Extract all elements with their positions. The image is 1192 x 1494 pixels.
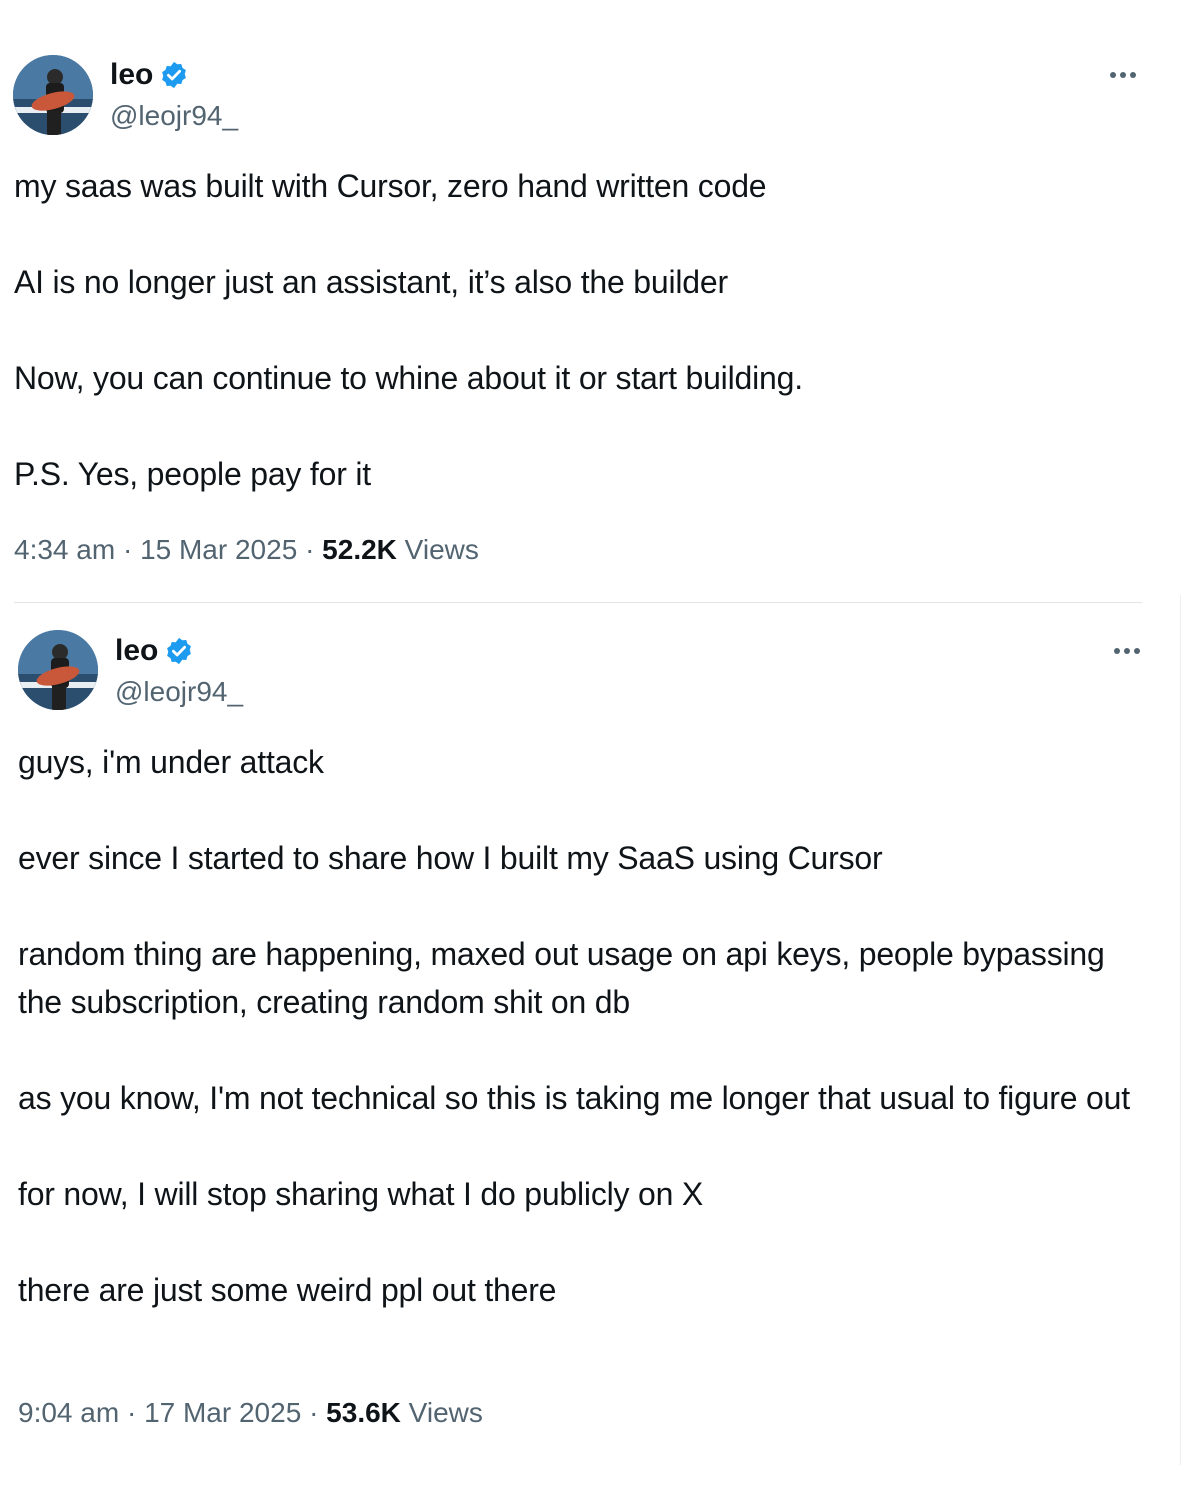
avatar[interactable] [18, 630, 98, 710]
tweet-time[interactable]: 9:04 am [18, 1397, 119, 1428]
tweet-2[interactable]: leo @leojr94_ guys, i'm under attack eve… [0, 604, 1160, 1464]
verified-badge-icon [162, 61, 187, 89]
tweet-date[interactable]: 15 Mar 2025 [140, 534, 297, 565]
tweet-paragraph: guys, i'm under attack [18, 744, 324, 780]
tweet-meta: 4:34 am · 15 Mar 2025 · 52.2K Views [14, 534, 479, 566]
views-count: 52.2K [322, 534, 397, 565]
user-handle[interactable]: @leojr94_ [115, 676, 243, 708]
tweet-date[interactable]: 17 Mar 2025 [144, 1397, 301, 1428]
tweet-paragraph: for now, I will stop sharing what I do p… [18, 1176, 704, 1212]
divider [14, 602, 1142, 603]
tweet-text: my saas was built with Cursor, zero hand… [14, 162, 1134, 498]
tweet-text: guys, i'm under attack ever since I star… [18, 738, 1138, 1314]
user-handle[interactable]: @leojr94_ [110, 100, 238, 132]
separator: · [126, 1397, 145, 1428]
tweet-paragraph: there are just some weird ppl out there [18, 1272, 557, 1308]
tweet-paragraph: random thing are happening, maxed out us… [18, 936, 1105, 1020]
display-name[interactable]: leo [115, 634, 158, 668]
tweet-time[interactable]: 4:34 am [14, 534, 115, 565]
avatar-image [13, 55, 93, 135]
views-label: Views [408, 1397, 483, 1428]
avatar-image [18, 630, 98, 710]
views-count: 53.6K [326, 1397, 401, 1428]
display-name[interactable]: leo [110, 58, 153, 92]
avatar[interactable] [13, 55, 93, 135]
tweet-paragraph: my saas was built with Cursor, zero hand… [14, 168, 767, 204]
views-label: Views [404, 534, 479, 565]
tweet-paragraph: AI is no longer just an assistant, it’s … [14, 264, 728, 300]
tweet-meta: 9:04 am · 17 Mar 2025 · 53.6K Views [18, 1397, 483, 1429]
more-options-icon[interactable] [1110, 72, 1136, 78]
separator: · [305, 534, 323, 565]
separator: · [122, 534, 141, 565]
tweet-1[interactable]: leo @leojr94_ my saas was built with Cur… [0, 0, 1160, 600]
tweet-paragraph: Now, you can continue to whine about it … [14, 360, 803, 396]
verified-badge-icon [167, 637, 192, 665]
divider [1180, 595, 1181, 1465]
more-options-icon[interactable] [1114, 648, 1140, 654]
tweet-paragraph: ever since I started to share how I buil… [18, 840, 883, 876]
tweet-paragraph: P.S. Yes, people pay for it [14, 456, 371, 492]
tweet-paragraph: as you know, I'm not technical so this i… [18, 1080, 1130, 1116]
separator: · [309, 1397, 327, 1428]
